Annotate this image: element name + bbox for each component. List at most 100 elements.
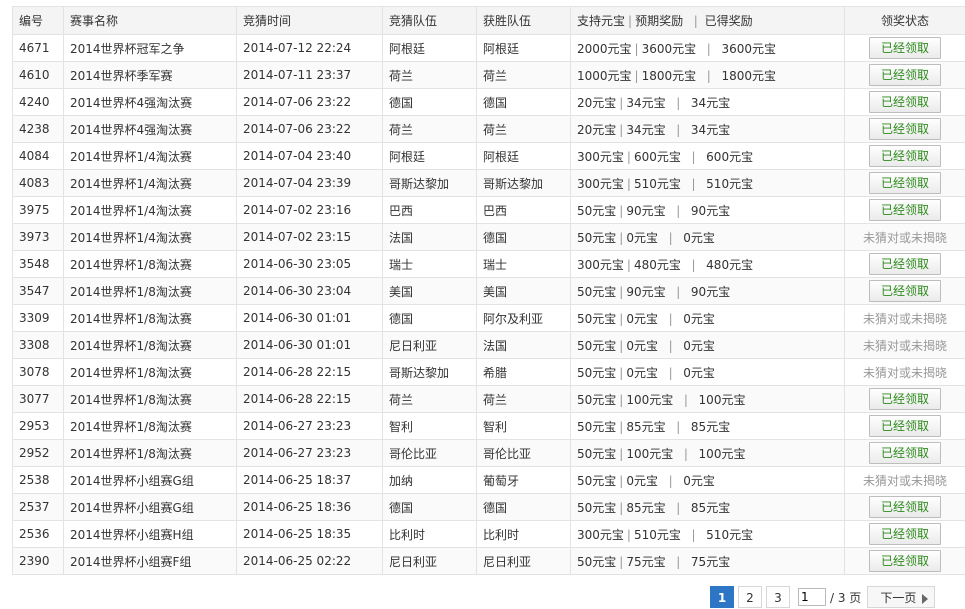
row-id: 3077 <box>13 386 64 413</box>
row-expected: 90元宝 <box>626 285 665 299</box>
claimed-button[interactable]: 已经领取 <box>869 37 941 59</box>
row-bet: 50元宝 <box>577 420 616 434</box>
row-rewards: 50元宝|0元宝 | 0元宝 <box>571 359 845 386</box>
table-row: 42402014世界杯4强淘汰赛2014-07-06 23:22德国德国20元宝… <box>13 89 965 116</box>
row-status: 已经领取 <box>845 413 965 440</box>
row-time: 2014-07-04 23:39 <box>237 170 383 197</box>
page-number-input[interactable] <box>798 588 826 606</box>
row-status: 已经领取 <box>845 386 965 413</box>
row-time: 2014-07-04 23:40 <box>237 143 383 170</box>
row-winner: 美国 <box>477 278 571 305</box>
row-bet: 300元宝 <box>577 528 624 542</box>
row-event: 2014世界杯冠军之争 <box>64 35 237 62</box>
col-status-header: 领奖状态 <box>845 7 965 35</box>
row-expected: 34元宝 <box>626 96 665 110</box>
claimed-button[interactable]: 已经领取 <box>869 118 941 140</box>
row-bet: 1000元宝 <box>577 69 632 83</box>
row-team: 尼日利亚 <box>383 548 477 575</box>
claimed-button[interactable]: 已经领取 <box>869 280 941 302</box>
row-id: 4671 <box>13 35 64 62</box>
row-winner: 荷兰 <box>477 62 571 89</box>
claimed-button[interactable]: 已经领取 <box>869 145 941 167</box>
row-event: 2014世界杯1/8淘汰赛 <box>64 386 237 413</box>
table-row: 35482014世界杯1/8淘汰赛2014-06-30 23:05瑞士瑞士300… <box>13 251 965 278</box>
claimed-button[interactable]: 已经领取 <box>869 442 941 464</box>
row-event: 2014世界杯1/8淘汰赛 <box>64 278 237 305</box>
row-event: 2014世界杯1/8淘汰赛 <box>64 251 237 278</box>
claimed-button[interactable]: 已经领取 <box>869 388 941 410</box>
row-earned: 480元宝 <box>706 258 753 272</box>
row-winner: 荷兰 <box>477 116 571 143</box>
row-expected: 100元宝 <box>626 447 673 461</box>
row-earned: 100元宝 <box>699 447 746 461</box>
row-time: 2014-07-12 22:24 <box>237 35 383 62</box>
row-earned: 0元宝 <box>683 231 715 245</box>
row-status: 已经领取 <box>845 278 965 305</box>
status-text: 未猜对或未揭晓 <box>863 231 947 245</box>
bet-history-table: 编号 赛事名称 竞猜时间 竞猜队伍 获胜队伍 支持元宝|预期奖励 | 已得奖励 … <box>12 6 965 575</box>
row-event: 2014世界杯1/4淘汰赛 <box>64 143 237 170</box>
row-bet: 50元宝 <box>577 501 616 515</box>
row-winner: 阿根廷 <box>477 143 571 170</box>
row-expected: 85元宝 <box>626 501 665 515</box>
row-id: 4610 <box>13 62 64 89</box>
row-status: 已经领取 <box>845 143 965 170</box>
table-row: 42382014世界杯4强淘汰赛2014-07-06 23:22荷兰荷兰20元宝… <box>13 116 965 143</box>
row-time: 2014-06-27 23:23 <box>237 440 383 467</box>
row-event: 2014世界杯1/8淘汰赛 <box>64 413 237 440</box>
row-id: 3547 <box>13 278 64 305</box>
row-rewards: 300元宝|600元宝 | 600元宝 <box>571 143 845 170</box>
row-rewards: 50元宝|100元宝 | 100元宝 <box>571 386 845 413</box>
claimed-button[interactable]: 已经领取 <box>869 523 941 545</box>
table-row: 30772014世界杯1/8淘汰赛2014-06-28 22:15荷兰荷兰50元… <box>13 386 965 413</box>
row-event: 2014世界杯4强淘汰赛 <box>64 116 237 143</box>
row-rewards: 50元宝|75元宝 | 75元宝 <box>571 548 845 575</box>
page-button-3[interactable]: 3 <box>766 586 790 608</box>
page-button-2[interactable]: 2 <box>738 586 762 608</box>
row-event: 2014世界杯小组赛G组 <box>64 494 237 521</box>
row-rewards: 50元宝|90元宝 | 90元宝 <box>571 197 845 224</box>
row-earned: 1800元宝 <box>721 69 776 83</box>
row-expected: 510元宝 <box>634 177 681 191</box>
row-id: 3548 <box>13 251 64 278</box>
row-status: 未猜对或未揭晓 <box>845 305 965 332</box>
row-earned: 85元宝 <box>691 420 730 434</box>
row-time: 2014-06-28 22:15 <box>237 359 383 386</box>
table-row: 23902014世界杯小组赛F组2014-06-25 02:22尼日利亚尼日利亚… <box>13 548 965 575</box>
row-time: 2014-06-30 01:01 <box>237 305 383 332</box>
row-rewards: 50元宝|0元宝 | 0元宝 <box>571 467 845 494</box>
row-winner: 比利时 <box>477 521 571 548</box>
row-id: 2953 <box>13 413 64 440</box>
claimed-button[interactable]: 已经领取 <box>869 199 941 221</box>
row-earned: 90元宝 <box>691 204 730 218</box>
row-team: 德国 <box>383 494 477 521</box>
row-team: 德国 <box>383 305 477 332</box>
row-earned: 34元宝 <box>691 96 730 110</box>
row-rewards: 50元宝|90元宝 | 90元宝 <box>571 278 845 305</box>
row-status: 已经领取 <box>845 251 965 278</box>
claimed-button[interactable]: 已经领取 <box>869 415 941 437</box>
row-winner: 哥伦比亚 <box>477 440 571 467</box>
row-expected: 100元宝 <box>626 393 673 407</box>
claimed-button[interactable]: 已经领取 <box>869 172 941 194</box>
claimed-button[interactable]: 已经领取 <box>869 496 941 518</box>
row-expected: 480元宝 <box>634 258 681 272</box>
row-event: 2014世界杯1/8淘汰赛 <box>64 359 237 386</box>
claimed-button[interactable]: 已经领取 <box>869 253 941 275</box>
claimed-button[interactable]: 已经领取 <box>869 550 941 572</box>
table-row: 33082014世界杯1/8淘汰赛2014-06-30 01:01尼日利亚法国5… <box>13 332 965 359</box>
row-id: 3078 <box>13 359 64 386</box>
page-button-1[interactable]: 1 <box>710 586 734 608</box>
next-page-button[interactable]: 下一页 <box>867 586 935 608</box>
row-id: 3973 <box>13 224 64 251</box>
row-status: 已经领取 <box>845 440 965 467</box>
col-id-header: 编号 <box>13 7 64 35</box>
claimed-button[interactable]: 已经领取 <box>869 64 941 86</box>
row-winner: 德国 <box>477 494 571 521</box>
row-expected: 75元宝 <box>626 555 665 569</box>
row-team: 荷兰 <box>383 386 477 413</box>
claimed-button[interactable]: 已经领取 <box>869 91 941 113</box>
row-time: 2014-06-30 01:01 <box>237 332 383 359</box>
row-expected: 85元宝 <box>626 420 665 434</box>
row-status: 未猜对或未揭晓 <box>845 332 965 359</box>
